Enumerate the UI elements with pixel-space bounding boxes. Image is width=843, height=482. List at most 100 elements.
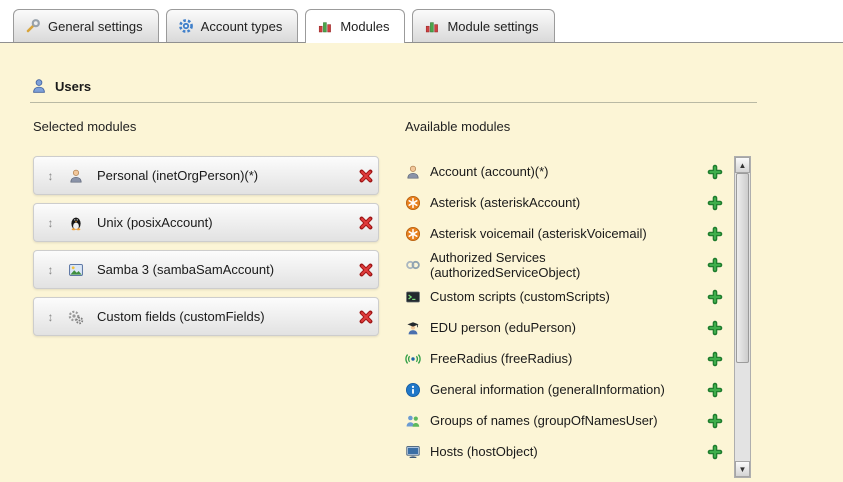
add-module-button[interactable] — [706, 194, 724, 212]
selected-modules-column: Selected modules ↕ Personal (inetOrgPers… — [33, 119, 379, 344]
add-plus-icon — [707, 226, 723, 242]
add-plus-icon — [707, 257, 723, 273]
module-label: FreeRadius (freeRadius) — [430, 351, 697, 366]
module-label: Asterisk voicemail (asteriskVoicemail) — [430, 226, 697, 241]
gear-icon — [178, 18, 194, 34]
remove-x-icon — [358, 262, 374, 278]
wrench-icon — [25, 18, 41, 34]
selected-module-row-samba-3-sambasamaccount[interactable]: ↕ Samba 3 (sambaSamAccount) — [33, 250, 379, 289]
asterisk-icon — [405, 195, 421, 211]
selected-module-row-personal-inetorgperson[interactable]: ↕ Personal (inetOrgPerson)(*) — [33, 156, 379, 195]
module-label: Asterisk (asteriskAccount) — [430, 195, 697, 210]
add-module-button[interactable] — [706, 225, 724, 243]
tux-icon — [68, 215, 84, 231]
remove-module-button[interactable] — [348, 214, 366, 232]
selected-module-row-custom-fields-customfields[interactable]: ↕ Custom fields (customFields) — [33, 297, 379, 336]
available-module-row-asterisk-asteriskaccount: Asterisk (asteriskAccount) — [405, 187, 727, 218]
lam-configuration-page: General settings Account types Modules M… — [0, 0, 843, 482]
services-icon — [405, 257, 421, 273]
add-module-button[interactable] — [706, 319, 724, 337]
available-module-row-authorized-services-authorizedserviceobject: Authorized Services (authorizedServiceOb… — [405, 249, 727, 281]
radius-icon — [405, 351, 421, 367]
add-module-button[interactable] — [706, 381, 724, 399]
add-module-button[interactable] — [706, 256, 724, 274]
remove-module-button[interactable] — [348, 308, 366, 326]
add-plus-icon — [707, 195, 723, 211]
tab-modules[interactable]: Modules — [305, 9, 405, 43]
available-modules-list: Account (account)(*) Asterisk (asteriskA… — [405, 156, 727, 467]
remove-x-icon — [358, 215, 374, 231]
add-plus-icon — [707, 413, 723, 429]
tab-module-settings[interactable]: Module settings — [412, 9, 554, 42]
samba-icon — [68, 262, 84, 278]
available-modules-column: Available modules Account (account)(*) A… — [405, 119, 751, 478]
remove-module-button[interactable] — [348, 167, 366, 185]
add-module-button[interactable] — [706, 350, 724, 368]
edu-icon — [405, 320, 421, 336]
drag-handle-icon[interactable]: ↕ — [43, 310, 58, 324]
module-label: Unix (posixAccount) — [97, 215, 348, 230]
module-label: Custom fields (customFields) — [97, 309, 348, 324]
add-plus-icon — [707, 164, 723, 180]
selected-modules-heading: Selected modules — [33, 119, 379, 134]
scrollbar-thumb[interactable] — [736, 173, 749, 363]
tab-bar: General settings Account types Modules M… — [0, 0, 843, 43]
add-module-button[interactable] — [706, 288, 724, 306]
module-label: Personal (inetOrgPerson)(*) — [97, 168, 348, 183]
account-icon — [405, 164, 421, 180]
available-module-row-hosts-hostobject: Hosts (hostObject) — [405, 436, 727, 467]
host-icon — [405, 444, 421, 460]
module-label: EDU person (eduPerson) — [430, 320, 697, 335]
drag-handle-icon[interactable]: ↕ — [43, 169, 58, 183]
drag-handle-icon[interactable]: ↕ — [43, 263, 58, 277]
drag-handle-icon[interactable]: ↕ — [43, 216, 58, 230]
person-icon — [68, 168, 84, 184]
add-plus-icon — [707, 289, 723, 305]
user-icon — [31, 78, 47, 94]
add-plus-icon — [707, 351, 723, 367]
module-label: Hosts (hostObject) — [430, 444, 697, 459]
add-module-button[interactable] — [706, 163, 724, 181]
module-label: General information (generalInformation) — [430, 382, 697, 397]
available-module-row-freeradius-freeradius: FreeRadius (freeRadius) — [405, 343, 727, 374]
selected-modules-list: ↕ Personal (inetOrgPerson)(*) ↕ Unix (po… — [33, 156, 379, 336]
asterisk-icon — [405, 226, 421, 242]
chart-icon — [317, 18, 333, 34]
add-plus-icon — [707, 320, 723, 336]
section-divider — [30, 102, 757, 103]
selected-module-row-unix-posixaccount[interactable]: ↕ Unix (posixAccount) — [33, 203, 379, 242]
script-icon — [405, 289, 421, 305]
remove-module-button[interactable] — [348, 261, 366, 279]
chart-icon — [424, 18, 440, 34]
section-title: Users — [55, 79, 91, 94]
scroll-down-button[interactable]: ▼ — [735, 461, 750, 477]
scroll-up-button[interactable]: ▲ — [735, 157, 750, 173]
add-plus-icon — [707, 382, 723, 398]
available-modules-scrollbar[interactable]: ▲ ▼ — [734, 156, 751, 478]
scrollbar-track[interactable] — [735, 173, 750, 461]
add-module-button[interactable] — [706, 412, 724, 430]
available-module-row-custom-scripts-customscripts: Custom scripts (customScripts) — [405, 281, 727, 312]
custom-fields-icon — [68, 309, 84, 325]
info-icon — [405, 382, 421, 398]
tab-account-types[interactable]: Account types — [166, 9, 299, 42]
module-label: Authorized Services (authorizedServiceOb… — [430, 250, 697, 280]
content-area: Users Selected modules ↕ Personal (inetO… — [0, 78, 843, 103]
available-module-row-account-account: Account (account)(*) — [405, 156, 727, 187]
available-modules-box: Account (account)(*) Asterisk (asteriskA… — [405, 156, 751, 478]
module-label: Samba 3 (sambaSamAccount) — [97, 262, 348, 277]
available-module-row-edu-person-eduperson: EDU person (eduPerson) — [405, 312, 727, 343]
available-module-row-general-information-generalinformation: General information (generalInformation) — [405, 374, 727, 405]
groups-icon — [405, 413, 421, 429]
module-label: Custom scripts (customScripts) — [430, 289, 697, 304]
remove-x-icon — [358, 309, 374, 325]
module-label: Account (account)(*) — [430, 164, 697, 179]
remove-x-icon — [358, 168, 374, 184]
available-module-row-groups-of-names-groupofnamesuser: Groups of names (groupOfNamesUser) — [405, 405, 727, 436]
available-module-row-asterisk-voicemail-asteriskvoicemail: Asterisk voicemail (asteriskVoicemail) — [405, 218, 727, 249]
module-label: Groups of names (groupOfNamesUser) — [430, 413, 697, 428]
tab-general-settings[interactable]: General settings — [13, 9, 159, 42]
available-modules-heading: Available modules — [405, 119, 751, 134]
add-plus-icon — [707, 444, 723, 460]
add-module-button[interactable] — [706, 443, 724, 461]
